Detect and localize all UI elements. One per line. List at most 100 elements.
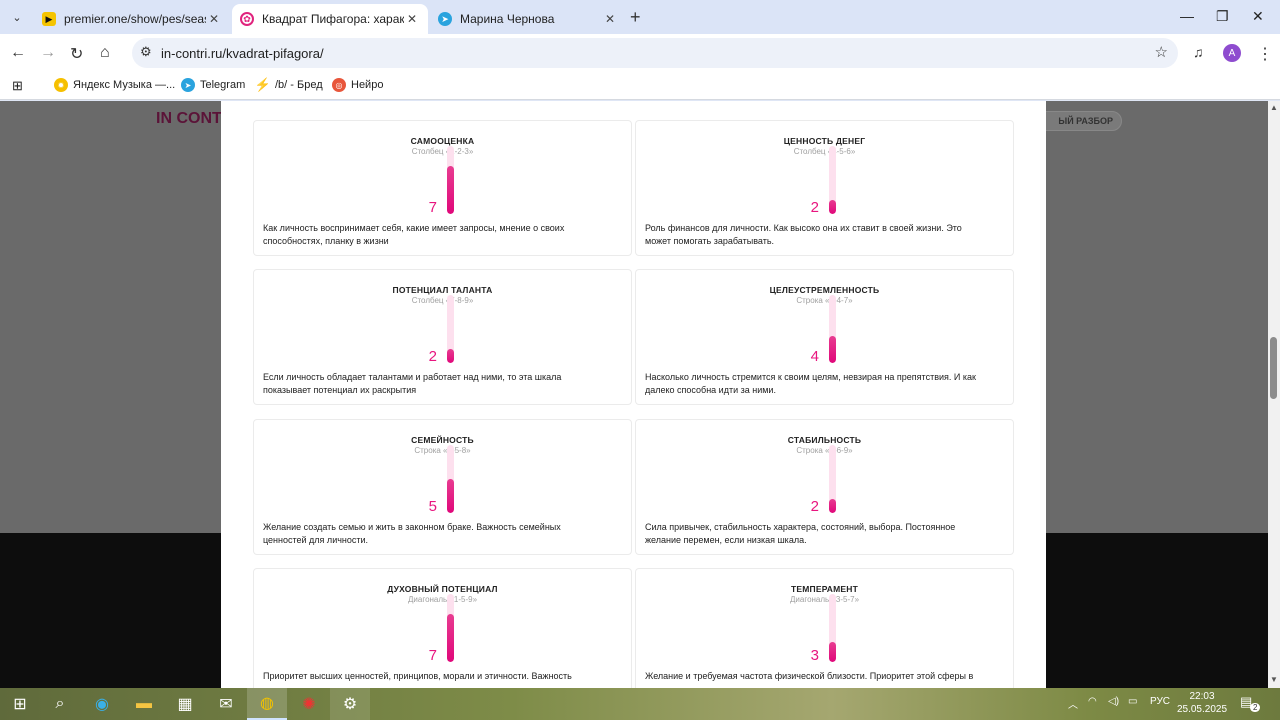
- tab-title: Квадрат Пифагора: характер, с: [262, 12, 404, 26]
- close-icon[interactable]: ✕: [404, 12, 420, 26]
- bookmark-telegram[interactable]: ➤ Telegram: [181, 78, 245, 92]
- site-info-icon[interactable]: ⚙: [140, 44, 152, 60]
- card-description: Если личность обладает талантами и работ…: [263, 372, 562, 395]
- score-bar-fill: [829, 499, 836, 513]
- reload-icon[interactable]: ↻: [70, 44, 83, 64]
- telegram-icon: ➤: [181, 78, 195, 92]
- bookmark-neiro[interactable]: ◎ Нейро: [332, 78, 383, 92]
- score-card: СЕМЕЙНОСТЬ Строка «2-5-8» 5 Желание создать…: [253, 419, 632, 555]
- score-bar: [829, 445, 836, 513]
- edge-icon: ◉: [95, 696, 109, 713]
- score-value: 7: [428, 647, 437, 664]
- card-subtitle: Диагональ «3-5-7»: [789, 595, 860, 604]
- sun-icon: ✹: [54, 78, 68, 92]
- site-logo: IN CONT: [156, 110, 222, 127]
- close-icon[interactable]: ✕: [206, 12, 222, 26]
- card-description: Как личность воспринимает себя, какие им…: [263, 223, 565, 246]
- score-bar-fill: [829, 336, 836, 363]
- bookmark-b-bred[interactable]: ⚡ /b/ - Бред: [254, 77, 323, 92]
- clock-time: 22:03: [1189, 691, 1215, 702]
- score-value: 2: [810, 498, 819, 515]
- score-bar-fill: [829, 200, 836, 214]
- results-modal: САМООЦЕНКА Столбец «1-2-3» 7 Как личность в…: [221, 101, 1046, 688]
- scrollbar-thumb[interactable]: [1270, 337, 1277, 399]
- card-title: ДУХОВНЫЙ ПОТЕНЦИАЛ: [387, 584, 498, 594]
- card-title: СЕМЕЙНОСТЬ: [411, 435, 474, 445]
- new-tab-button[interactable]: +: [630, 7, 641, 28]
- premier-favicon-icon: ▶: [42, 12, 56, 26]
- score-value: 7: [428, 199, 437, 216]
- score-bar: [447, 295, 454, 363]
- card-description: Желание и требуемая частота физической б…: [645, 671, 974, 681]
- score-bar: [829, 146, 836, 214]
- taskbar-store[interactable]: ▦: [165, 688, 205, 720]
- score-card: ЦЕЛЕУСТРЕМЛЕННОСТЬ Строка «1-4-7» 4 Насколь…: [635, 269, 1014, 405]
- clock[interactable]: 22:03 25.05.2025: [1172, 690, 1232, 716]
- address-bar[interactable]: ⚙ in-contri.ru/kvadrat-pifagora/ ☆: [132, 38, 1178, 68]
- folder-icon: ▬: [136, 695, 152, 712]
- card-subtitle: Столбец «4-5-6»: [793, 147, 856, 156]
- menu-kebab-icon[interactable]: ⋮: [1257, 44, 1273, 64]
- volume-icon[interactable]: ◁): [1108, 696, 1119, 707]
- tab-title: Марина Чернова: [460, 12, 555, 26]
- tab-title: premier.one/show/pes/season/: [64, 12, 206, 26]
- tab-strip: ⌄ ▶ premier.one/show/pes/season/ ✕ ✿ Ква…: [0, 0, 1280, 34]
- score-value: 5: [428, 498, 437, 515]
- score-bar-fill: [447, 166, 454, 214]
- windows-logo-icon: ⊞: [13, 696, 27, 713]
- clock-date: 25.05.2025: [1176, 704, 1228, 715]
- score-card: СТАБИЛЬНОСТЬ Строка «3-6-9» 2 Сила привычек…: [635, 419, 1014, 555]
- home-icon[interactable]: ⌂: [100, 44, 110, 62]
- bookmarks-bar: ⊞ ✹ Яндекс Музыка —... ➤ Telegram ⚡ /b/ …: [0, 72, 1280, 100]
- score-card: САМООЦЕНКА Столбец «1-2-3» 7 Как личность в…: [253, 120, 632, 256]
- neiro-icon: ◎: [332, 78, 346, 92]
- battery-icon[interactable]: ▭: [1128, 696, 1137, 707]
- tab-marina[interactable]: ➤ Марина Чернова ✕: [430, 4, 626, 34]
- page-scrollbar[interactable]: ▲ ▼: [1268, 101, 1280, 688]
- forward-arrow-icon[interactable]: →: [40, 44, 56, 62]
- card-subtitle: Столбец «1-2-3»: [411, 147, 474, 156]
- app-red-icon: ✺: [302, 696, 316, 713]
- scroll-up-icon[interactable]: ▲: [1270, 103, 1278, 112]
- language-indicator[interactable]: РУС: [1150, 696, 1170, 707]
- score-value: 2: [810, 199, 819, 216]
- media-control-icon[interactable]: ♫: [1193, 44, 1204, 60]
- minimize-icon[interactable]: —: [1180, 8, 1194, 24]
- score-card: ЦЕННОСТЬ ДЕНЕГ Столбец «4-5-6» 2 Роль финан…: [635, 120, 1014, 256]
- bookmark-star-icon[interactable]: ☆: [1155, 43, 1168, 61]
- url-text[interactable]: in-contri.ru/kvadrat-pifagora/: [161, 46, 324, 61]
- search-icon: ⌕: [55, 695, 65, 712]
- bookmark-label: Telegram: [200, 79, 246, 91]
- taskbar-edge[interactable]: ◉: [82, 688, 122, 720]
- tab-kvadrat[interactable]: ✿ Квадрат Пифагора: характер, с ✕: [232, 4, 428, 34]
- wifi-icon[interactable]: ◠: [1088, 696, 1097, 707]
- close-icon[interactable]: ✕: [602, 12, 618, 26]
- tab-search-button[interactable]: ⌄: [6, 6, 28, 28]
- lightning-icon: ⚡: [254, 77, 272, 92]
- avatar-initial: A: [1228, 47, 1236, 59]
- search-button[interactable]: ⌕: [40, 688, 80, 720]
- back-arrow-icon[interactable]: ←: [10, 44, 26, 62]
- taskbar-explorer[interactable]: ▬: [124, 688, 164, 720]
- close-window-icon[interactable]: ✕: [1252, 8, 1264, 25]
- taskbar-mail[interactable]: ✉: [206, 688, 246, 720]
- score-card: ТЕМПЕРАМЕНТ Диагональ «3-5-7» 3 Желание и т…: [635, 568, 1014, 688]
- taskbar-chrome[interactable]: ◍: [247, 688, 287, 720]
- taskbar-settings[interactable]: ⚙: [330, 688, 370, 720]
- card-subtitle: Столбец «7-8-9»: [411, 296, 474, 305]
- apps-grid-icon[interactable]: ⊞: [12, 78, 23, 94]
- notification-count: 2: [1250, 703, 1261, 712]
- scroll-down-icon[interactable]: ▼: [1270, 675, 1278, 684]
- bookmark-yandex-music[interactable]: ✹ Яндекс Музыка —...: [54, 78, 175, 92]
- score-bar: [447, 594, 454, 662]
- card-subtitle: Строка «3-6-9»: [796, 446, 853, 455]
- card-title: ЦЕННОСТЬ ДЕНЕГ: [783, 136, 866, 146]
- gear-icon: ⚙: [342, 696, 358, 713]
- score-card: ПОТЕНЦИАЛ ТАЛАНТА Столбец «7-8-9» 2 Если ли…: [253, 269, 632, 405]
- tray-chevron-icon[interactable]: ︿: [1068, 696, 1078, 711]
- profile-avatar[interactable]: A: [1223, 44, 1241, 62]
- start-button[interactable]: ⊞: [0, 688, 40, 720]
- tab-premier[interactable]: ▶ premier.one/show/pes/season/ ✕: [34, 4, 230, 34]
- taskbar-app-red[interactable]: ✺: [289, 688, 329, 720]
- maximize-icon[interactable]: ❐: [1216, 8, 1229, 25]
